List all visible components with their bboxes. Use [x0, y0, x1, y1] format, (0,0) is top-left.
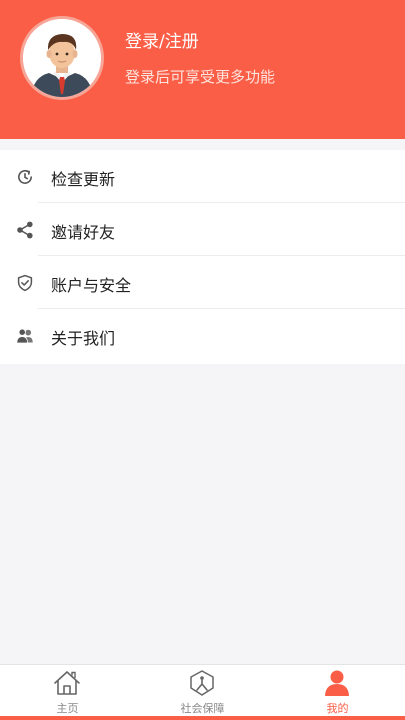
tab-label: 主页: [56, 702, 79, 715]
tab-mine[interactable]: 我的: [270, 665, 405, 717]
bottom-tab-bar: 主页 社会保障 我的: [0, 664, 405, 716]
menu-item-label: 关于我们: [51, 329, 116, 348]
login-register-link[interactable]: 登录/注册: [125, 27, 199, 52]
person-icon: [325, 670, 349, 696]
bottom-accent-bar: [0, 716, 405, 720]
social-security-icon: [190, 670, 214, 696]
clock-refresh-icon: [18, 169, 32, 184]
menu-item-label: 账户与安全: [51, 276, 132, 295]
menu-item-label: 邀请好友: [51, 223, 116, 242]
login-hint: 登录后可享受更多功能: [125, 68, 276, 86]
menu-item-about-us[interactable]: 关于我们: [0, 309, 405, 362]
tab-label: 我的: [326, 702, 349, 715]
settings-menu: 检查更新 邀请好友 账户与安全 关于我们: [0, 150, 405, 364]
menu-item-invite-friends[interactable]: 邀请好友: [0, 203, 405, 256]
menu-item-check-update[interactable]: 检查更新: [0, 150, 405, 203]
avatar[interactable]: [20, 16, 104, 100]
avatar-man-icon: [23, 19, 101, 97]
shield-check-icon: [17, 274, 33, 292]
profile-header: 登录/注册 登录后可享受更多功能: [0, 0, 405, 139]
users-icon: [16, 328, 33, 344]
menu-item-label: 检查更新: [51, 170, 116, 189]
tab-home[interactable]: 主页: [0, 665, 135, 717]
tab-social-security[interactable]: 社会保障: [135, 665, 270, 717]
tab-label: 社会保障: [180, 702, 225, 715]
share-icon: [17, 221, 33, 239]
menu-item-account-security[interactable]: 账户与安全: [0, 256, 405, 309]
home-icon: [54, 671, 80, 695]
